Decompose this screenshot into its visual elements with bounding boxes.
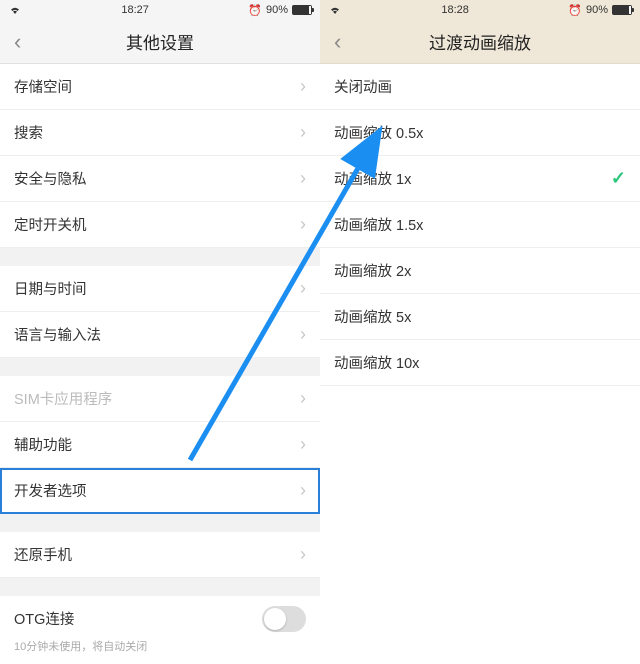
settings-row[interactable]: 语言与输入法›: [0, 312, 320, 358]
group-separator: [0, 358, 320, 376]
screen-transition-scale: 18:28 ⏰ 90% ‹ 过渡动画缩放 关闭动画动画缩放 0.5x 动画缩放 1…: [320, 0, 640, 613]
row-label: 语言与输入法: [14, 324, 300, 345]
battery-percent: 90%: [586, 4, 608, 16]
option-row[interactable]: 动画缩放 2x: [320, 248, 640, 294]
option-row[interactable]: 动画缩放 5x: [320, 294, 640, 340]
settings-row[interactable]: 定时开关机›: [0, 202, 320, 248]
row-label: 辅助功能: [14, 434, 300, 455]
chevron-right-icon: ›: [300, 324, 306, 345]
row-label: 存储空间: [14, 76, 300, 97]
row-label: 开发者选项: [14, 480, 300, 501]
wifi-icon: [328, 5, 342, 15]
options-list: 关闭动画动画缩放 0.5x 动画缩放 1x✓ 动画缩放 1.5x 动画缩放 2x 动画缩…: [320, 64, 640, 386]
option-row[interactable]: 动画缩放 0.5x: [320, 110, 640, 156]
chevron-right-icon: ›: [300, 214, 306, 235]
settings-row[interactable]: 日期与时间›: [0, 266, 320, 312]
back-button[interactable]: ‹: [10, 27, 25, 57]
settings-row[interactable]: 安全与隐私›: [0, 156, 320, 202]
alarm-icon: ⏰: [248, 4, 262, 17]
chevron-right-icon: ›: [300, 544, 306, 565]
option-label: 动画缩放 10x: [334, 352, 626, 373]
status-bar: 18:28 ⏰ 90%: [320, 0, 640, 20]
option-label: 关闭动画: [334, 76, 626, 97]
option-label: 动画缩放 2x: [334, 260, 626, 281]
settings-row[interactable]: 存储空间›: [0, 64, 320, 110]
toggle-switch[interactable]: [262, 606, 306, 632]
screen-other-settings: 18:27 ⏰ 90% ‹ 其他设置 存储空间›搜索›安全与隐私›定时开关机›日…: [0, 0, 320, 613]
nav-bar: ‹ 其他设置: [0, 20, 320, 64]
alarm-icon: ⏰: [568, 4, 582, 17]
checkmark-icon: ✓: [611, 168, 626, 189]
option-label: 动画缩放 0.5x: [334, 122, 626, 143]
status-time: 18:28: [441, 4, 469, 16]
settings-row[interactable]: 搜索›: [0, 110, 320, 156]
option-label: 动画缩放 5x: [334, 306, 626, 327]
chevron-right-icon: ›: [300, 76, 306, 97]
page-title: 过渡动画缩放: [429, 29, 531, 54]
group-separator: [0, 248, 320, 266]
status-time: 18:27: [121, 4, 149, 16]
settings-row[interactable]: 还原手机›: [0, 532, 320, 578]
battery-percent: 90%: [266, 4, 288, 16]
settings-list: 存储空间›搜索›安全与隐私›定时开关机›日期与时间›语言与输入法›SIM卡应用程…: [0, 64, 320, 664]
settings-row[interactable]: 开发者选项›: [0, 468, 320, 514]
option-label: 动画缩放 1x: [334, 168, 611, 189]
chevron-right-icon: ›: [300, 122, 306, 143]
chevron-right-icon: ›: [300, 168, 306, 189]
option-row[interactable]: 动画缩放 1.5x: [320, 202, 640, 248]
settings-row[interactable]: 辅助功能›: [0, 422, 320, 468]
row-label: 安全与隐私: [14, 168, 300, 189]
option-row[interactable]: 关闭动画: [320, 64, 640, 110]
back-button[interactable]: ‹: [330, 27, 345, 57]
group-separator: [0, 578, 320, 596]
settings-row: SIM卡应用程序›: [0, 376, 320, 422]
status-bar: 18:27 ⏰ 90%: [0, 0, 320, 20]
row-label: 还原手机: [14, 544, 300, 565]
chevron-right-icon: ›: [300, 480, 306, 501]
option-row[interactable]: 动画缩放 10x: [320, 340, 640, 386]
option-label: 动画缩放 1.5x: [334, 214, 626, 235]
row-label: 搜索: [14, 122, 300, 143]
row-label: SIM卡应用程序: [14, 388, 300, 409]
battery-icon: [612, 5, 632, 15]
row-label: OTG连接: [14, 608, 262, 629]
row-label: 定时开关机: [14, 214, 300, 235]
option-row[interactable]: 动画缩放 1x✓: [320, 156, 640, 202]
row-label: 日期与时间: [14, 278, 300, 299]
battery-icon: [292, 5, 312, 15]
chevron-right-icon: ›: [300, 434, 306, 455]
row-subtitle: 10分钟未使用，将自动关闭: [0, 638, 320, 664]
page-title: 其他设置: [126, 29, 194, 54]
settings-row[interactable]: OTG连接: [0, 596, 320, 642]
group-separator: [0, 514, 320, 532]
chevron-right-icon: ›: [300, 388, 306, 409]
nav-bar: ‹ 过渡动画缩放: [320, 20, 640, 64]
chevron-right-icon: ›: [300, 278, 306, 299]
wifi-icon: [8, 5, 22, 15]
